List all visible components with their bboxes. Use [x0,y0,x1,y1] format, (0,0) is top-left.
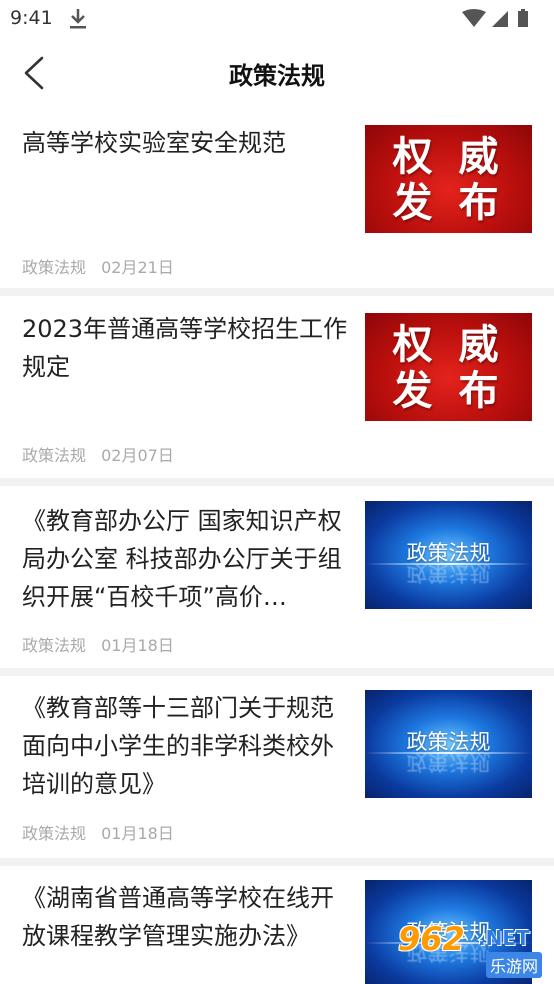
cellular-icon [492,11,508,27]
site-watermark: 962 .NET 乐游网 [398,920,548,980]
article-thumbnail: 权 威 发 布 [365,125,532,233]
article-category: 政策法规 [22,636,87,655]
battery-icon [518,11,528,27]
article-meta: 政策法规 01月18日 [22,820,184,844]
download-icon [70,9,86,29]
article-meta: 政策法规 02月21日 [22,254,184,278]
article-title: 高等学校实验室安全规范 [22,129,286,157]
article-title: 《教育部办公厅 国家知识产权局办公室 科技部办公厅关于组织开展“百校千项”高价… [22,507,342,611]
list-item[interactable]: 2023年普通高等学校招生工作规定 政策法规 02月07日 权 威 发 布 [0,296,554,478]
thumbnail-text-reflection: 政策法规 [406,750,491,774]
status-bar: 9:41 [0,0,554,40]
page-title: 政策法规 [229,62,325,90]
list-item[interactable]: 《教育部办公厅 国家知识产权局办公室 科技部办公厅关于组织开展“百校千项”高价…… [0,486,554,668]
article-title: 《湖南省普通高等学校在线开放课程教学管理实施办法》 [22,884,334,950]
thumbnail-text-line1: 权 威 [392,133,505,180]
article-meta: 政策法规 01月18日 [22,632,184,656]
article-title: 2023年普通高等学校招生工作规定 [22,315,348,381]
article-date: 02月21日 [101,258,174,277]
thumbnail-text-line2: 发 布 [392,179,505,226]
thumbnail-text-line1: 权 威 [392,321,505,368]
thumbnail-text-line2: 发 布 [392,367,505,414]
signal-battery-icons [462,9,528,27]
article-thumbnail: 政策法规 政策法规 [365,501,532,609]
article-date: 02月07日 [101,446,174,465]
article-category: 政策法规 [22,258,87,277]
article-category: 政策法规 [22,446,87,465]
status-time: 9:41 [10,7,53,29]
article-thumbnail: 政策法规 政策法规 [365,690,532,798]
article-category: 政策法规 [22,824,87,843]
watermark-suffix: .NET [478,926,530,950]
article-meta: 政策法规 02月07日 [22,442,184,466]
list-item[interactable]: 《教育部等十三部门关于规范面向中小学生的非学科类校外培训的意见》 政策法规 01… [0,676,554,858]
list-item[interactable]: 高等学校实验室安全规范 政策法规 02月21日 权 威 发 布 [0,106,554,288]
article-date: 01月18日 [101,824,174,843]
article-thumbnail: 权 威 发 布 [365,313,532,421]
watermark-site: 乐游网 [486,952,543,978]
article-date: 01月18日 [101,636,174,655]
thumbnail-text-reflection: 政策法规 [406,561,491,585]
nav-bar: 政策法规 [0,40,554,106]
wifi-icon [462,9,486,27]
article-title: 《教育部等十三部门关于规范面向中小学生的非学科类校外培训的意见》 [22,694,334,798]
watermark-number: 962 [398,920,465,958]
